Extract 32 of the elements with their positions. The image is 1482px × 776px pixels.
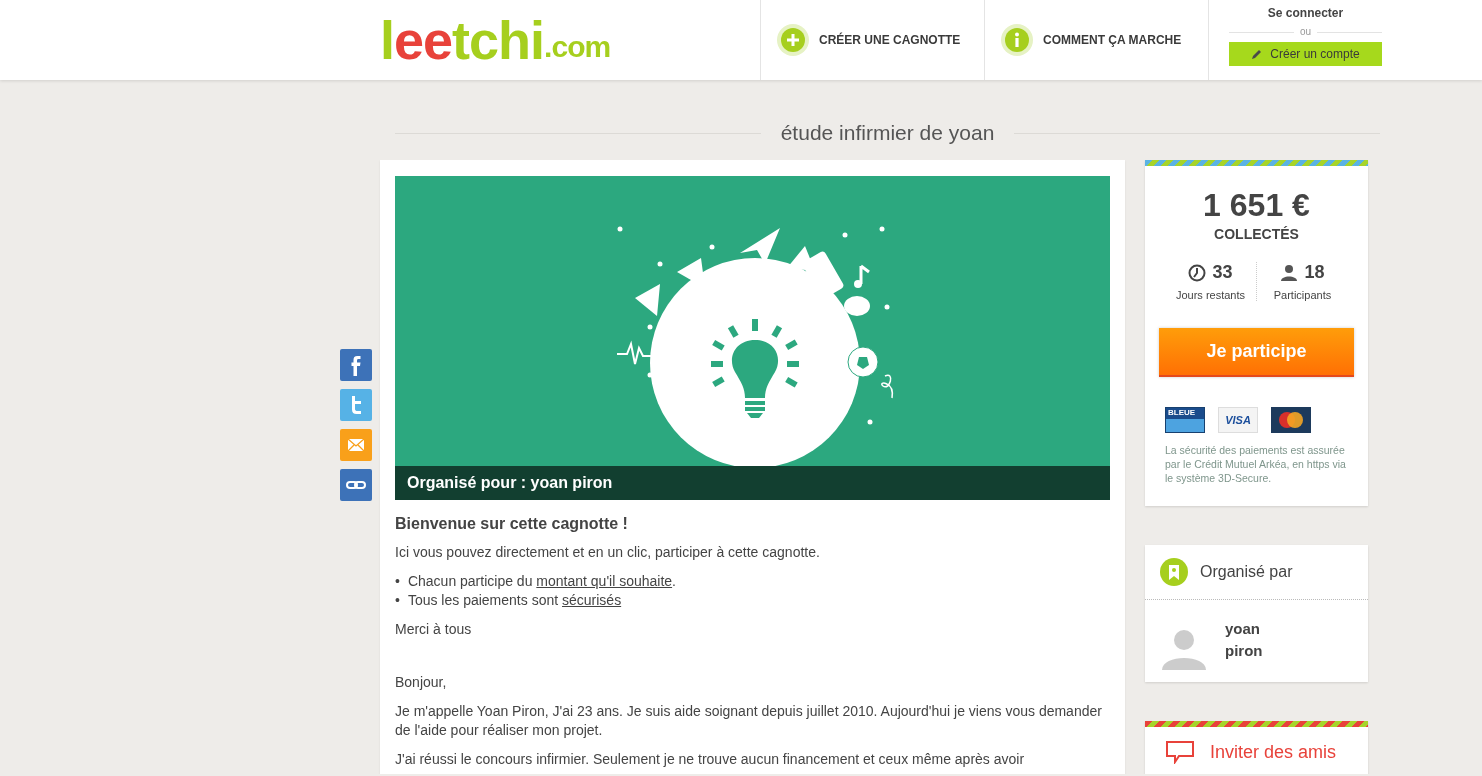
bullet-marker: • <box>395 572 400 591</box>
description-text: Je m'appelle Yoan Piron, J'ai 23 ans. Je suis aide soignant depuis juillet 2010. Aujourd'hui je viens vous demander de l'aide pour réaliser mon projet. <box>395 702 1103 740</box>
text-link[interactable]: montant qu'il souhaite <box>536 573 673 589</box>
description-heading: Bienvenue sur cette cagnotte ! <box>395 514 629 534</box>
amount-label: COLLECTÉS <box>1214 226 1299 242</box>
invite-link[interactable]: Inviter des amis <box>1145 727 1368 774</box>
page-title: étude infirmier de yoan <box>780 120 995 146</box>
site-logo[interactable]: leetchi.com <box>380 0 760 80</box>
description-text: Bonjour, <box>395 673 448 692</box>
bullet-item: Tous les paiements sont sécurisés <box>407 591 622 610</box>
organizer-name[interactable]: yoan piron <box>1225 618 1275 662</box>
stat-label: Jours restants <box>1175 289 1246 301</box>
stat-value: 18 <box>1304 262 1325 283</box>
bullet-item: Chacun participe du montant qu'il souhaite. <box>407 572 676 591</box>
stat-label: Participants <box>1273 289 1332 301</box>
bullet-marker: • <box>395 591 400 610</box>
login-link[interactable]: Se connecter <box>1267 6 1344 20</box>
description-text: Ici vous pouvez directement et en un clic, participer à cette cagnotte. <box>395 543 821 562</box>
banner-caption: Organisé pour : yoan piron <box>395 466 1110 500</box>
stat-value: 33 <box>1212 262 1233 283</box>
description-text: Merci à tous <box>395 620 473 639</box>
security-note: La sécurité des paiements est assurée par le Crédit Mutuel Arkéa, en https via le système 3D-Secure. <box>1165 443 1347 485</box>
separator-text: ou <box>1293 26 1318 38</box>
card-logo: VISA <box>1218 407 1258 433</box>
signup-button[interactable]: Créer un compte <box>1229 42 1382 66</box>
card-logo: BLEUE <box>1165 407 1205 433</box>
text-link[interactable]: sécurisés <box>562 592 622 608</box>
amount-collected: 1 651 € <box>1203 186 1310 224</box>
nav-link[interactable]: COMMENT ÇA MARCHE <box>984 0 1208 80</box>
nav-link[interactable]: CRÉER UNE CAGNOTTE <box>760 0 984 80</box>
description-text: J'ai réussi le concours infirmier. Seulement je ne trouve aucun financement et ceux même après avoir <box>395 750 1026 769</box>
section-title: Organisé par <box>1200 563 1293 581</box>
